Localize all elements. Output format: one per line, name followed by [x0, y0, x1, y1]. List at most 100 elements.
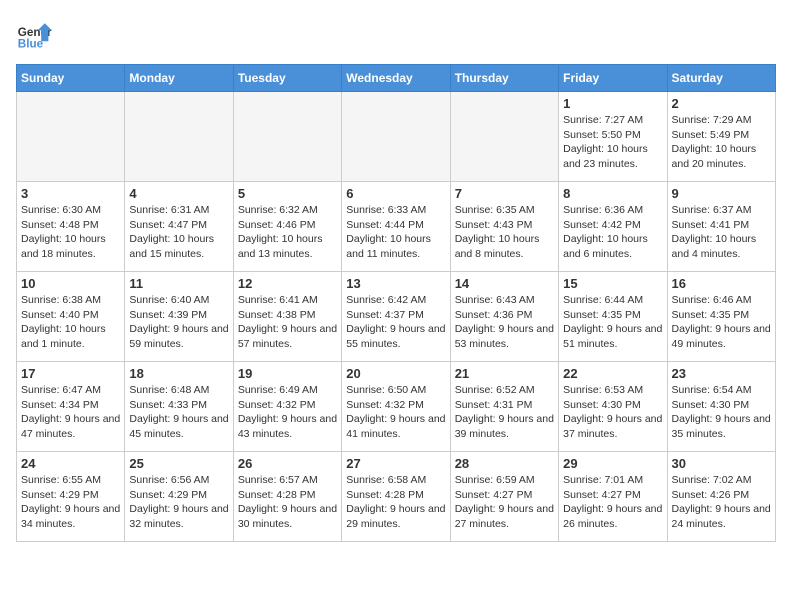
day-number: 29: [563, 456, 662, 471]
calendar-cell: 12Sunrise: 6:41 AM Sunset: 4:38 PM Dayli…: [233, 272, 341, 362]
calendar-cell: 28 Sunrise: 6:59 AM Sunset: 4:27 PM Dayli…: [450, 452, 558, 542]
calendar-cell: 19 Sunrise: 6:49 AM Sunset: 4:32 PM Dayli…: [233, 362, 341, 452]
weekday-header: Monday: [125, 65, 233, 92]
logo: General Blue: [16, 16, 52, 52]
day-info: Sunrise: 6:41 AM Sunset: 4:38 PM Dayligh…: [238, 293, 337, 352]
calendar-cell: 16 Sunrise: 6:46 AM Sunset: 4:35 PM Dayli…: [667, 272, 775, 362]
calendar-cell: 30 Sunrise: 7:02 AM Sunset: 4:26 PM Dayli…: [667, 452, 775, 542]
day-info: Sunrise: 7:01 AM Sunset: 4:27 PM Dayligh…: [563, 473, 662, 532]
day-info: Sunrise: 6:44 AM Sunset: 4:35 PM Dayligh…: [563, 293, 662, 352]
weekday-header: Friday: [559, 65, 667, 92]
calendar: SundayMondayTuesdayWednesdayThursdayFrid…: [16, 64, 776, 542]
logo-icon: General Blue: [16, 16, 52, 52]
day-number: 7: [455, 186, 554, 201]
day-number: 28: [455, 456, 554, 471]
day-number: 21: [455, 366, 554, 381]
weekday-header: Wednesday: [342, 65, 450, 92]
day-info: Sunrise: 6:47 AM Sunset: 4:34 PM Dayligh…: [21, 383, 120, 442]
day-info: Sunrise: 6:32 AM Sunset: 4:46 PM Dayligh…: [238, 203, 337, 262]
day-info: Sunrise: 6:59 AM Sunset: 4:27 PM Dayligh…: [455, 473, 554, 532]
day-info: Sunrise: 6:54 AM Sunset: 4:30 PM Dayligh…: [672, 383, 771, 442]
day-info: Sunrise: 6:38 AM Sunset: 4:40 PM Dayligh…: [21, 293, 120, 352]
calendar-cell: 21 Sunrise: 6:52 AM Sunset: 4:31 PM Dayli…: [450, 362, 558, 452]
calendar-week-row: 24 Sunrise: 6:55 AM Sunset: 4:29 PM Dayli…: [17, 452, 776, 542]
day-number: 17: [21, 366, 120, 381]
calendar-cell: [233, 92, 341, 182]
calendar-week-row: 1 Sunrise: 7:27 AM Sunset: 5:50 PM Daylig…: [17, 92, 776, 182]
calendar-cell: 4Sunrise: 6:31 AM Sunset: 4:47 PM Daylig…: [125, 182, 233, 272]
day-number: 14: [455, 276, 554, 291]
calendar-cell: 22 Sunrise: 6:53 AM Sunset: 4:30 PM Dayli…: [559, 362, 667, 452]
calendar-cell: 9Sunrise: 6:37 AM Sunset: 4:41 PM Daylig…: [667, 182, 775, 272]
day-info: Sunrise: 6:40 AM Sunset: 4:39 PM Dayligh…: [129, 293, 228, 352]
day-number: 24: [21, 456, 120, 471]
day-info: Sunrise: 7:29 AM Sunset: 5:49 PM Dayligh…: [672, 113, 771, 172]
calendar-week-row: 17 Sunrise: 6:47 AM Sunset: 4:34 PM Dayli…: [17, 362, 776, 452]
weekday-header: Saturday: [667, 65, 775, 92]
day-info: Sunrise: 6:43 AM Sunset: 4:36 PM Dayligh…: [455, 293, 554, 352]
calendar-cell: 10 Sunrise: 6:38 AM Sunset: 4:40 PM Dayli…: [17, 272, 125, 362]
calendar-cell: 25Sunrise: 6:56 AM Sunset: 4:29 PM Dayli…: [125, 452, 233, 542]
day-info: Sunrise: 6:35 AM Sunset: 4:43 PM Dayligh…: [455, 203, 554, 262]
calendar-cell: [125, 92, 233, 182]
day-info: Sunrise: 6:52 AM Sunset: 4:31 PM Dayligh…: [455, 383, 554, 442]
day-info: Sunrise: 6:50 AM Sunset: 4:32 PM Dayligh…: [346, 383, 445, 442]
calendar-cell: 29 Sunrise: 7:01 AM Sunset: 4:27 PM Dayli…: [559, 452, 667, 542]
day-info: Sunrise: 6:37 AM Sunset: 4:41 PM Dayligh…: [672, 203, 771, 262]
day-number: 1: [563, 96, 662, 111]
calendar-cell: 20 Sunrise: 6:50 AM Sunset: 4:32 PM Dayli…: [342, 362, 450, 452]
calendar-cell: 26 Sunrise: 6:57 AM Sunset: 4:28 PM Dayli…: [233, 452, 341, 542]
day-info: Sunrise: 6:58 AM Sunset: 4:28 PM Dayligh…: [346, 473, 445, 532]
calendar-cell: 11 Sunrise: 6:40 AM Sunset: 4:39 PM Dayli…: [125, 272, 233, 362]
day-info: Sunrise: 6:57 AM Sunset: 4:28 PM Dayligh…: [238, 473, 337, 532]
day-number: 13: [346, 276, 445, 291]
calendar-cell: 24 Sunrise: 6:55 AM Sunset: 4:29 PM Dayli…: [17, 452, 125, 542]
calendar-cell: 14 Sunrise: 6:43 AM Sunset: 4:36 PM Dayli…: [450, 272, 558, 362]
day-number: 10: [21, 276, 120, 291]
day-info: Sunrise: 7:02 AM Sunset: 4:26 PM Dayligh…: [672, 473, 771, 532]
weekday-header-row: SundayMondayTuesdayWednesdayThursdayFrid…: [17, 65, 776, 92]
day-number: 20: [346, 366, 445, 381]
calendar-cell: 7 Sunrise: 6:35 AM Sunset: 4:43 PM Daylig…: [450, 182, 558, 272]
calendar-cell: 1 Sunrise: 7:27 AM Sunset: 5:50 PM Daylig…: [559, 92, 667, 182]
calendar-cell: 13 Sunrise: 6:42 AM Sunset: 4:37 PM Dayli…: [342, 272, 450, 362]
calendar-cell: 17 Sunrise: 6:47 AM Sunset: 4:34 PM Dayli…: [17, 362, 125, 452]
calendar-week-row: 3Sunrise: 6:30 AM Sunset: 4:48 PM Daylig…: [17, 182, 776, 272]
day-info: Sunrise: 6:46 AM Sunset: 4:35 PM Dayligh…: [672, 293, 771, 352]
day-info: Sunrise: 6:30 AM Sunset: 4:48 PM Dayligh…: [21, 203, 120, 262]
page-header: General Blue: [16, 16, 776, 52]
calendar-cell: 2Sunrise: 7:29 AM Sunset: 5:49 PM Daylig…: [667, 92, 775, 182]
calendar-cell: [450, 92, 558, 182]
day-number: 22: [563, 366, 662, 381]
day-number: 16: [672, 276, 771, 291]
calendar-cell: 18Sunrise: 6:48 AM Sunset: 4:33 PM Dayli…: [125, 362, 233, 452]
svg-text:Blue: Blue: [18, 38, 44, 51]
calendar-cell: 8Sunrise: 6:36 AM Sunset: 4:42 PM Daylig…: [559, 182, 667, 272]
day-info: Sunrise: 6:55 AM Sunset: 4:29 PM Dayligh…: [21, 473, 120, 532]
weekday-header: Sunday: [17, 65, 125, 92]
calendar-cell: 5 Sunrise: 6:32 AM Sunset: 4:46 PM Daylig…: [233, 182, 341, 272]
day-number: 6: [346, 186, 445, 201]
calendar-cell: 3Sunrise: 6:30 AM Sunset: 4:48 PM Daylig…: [17, 182, 125, 272]
day-info: Sunrise: 7:27 AM Sunset: 5:50 PM Dayligh…: [563, 113, 662, 172]
day-info: Sunrise: 6:53 AM Sunset: 4:30 PM Dayligh…: [563, 383, 662, 442]
day-info: Sunrise: 6:49 AM Sunset: 4:32 PM Dayligh…: [238, 383, 337, 442]
day-number: 11: [129, 276, 228, 291]
day-info: Sunrise: 6:42 AM Sunset: 4:37 PM Dayligh…: [346, 293, 445, 352]
day-number: 19: [238, 366, 337, 381]
day-number: 18: [129, 366, 228, 381]
day-number: 5: [238, 186, 337, 201]
weekday-header: Tuesday: [233, 65, 341, 92]
day-info: Sunrise: 6:56 AM Sunset: 4:29 PM Dayligh…: [129, 473, 228, 532]
calendar-cell: 27 Sunrise: 6:58 AM Sunset: 4:28 PM Dayli…: [342, 452, 450, 542]
calendar-week-row: 10 Sunrise: 6:38 AM Sunset: 4:40 PM Dayli…: [17, 272, 776, 362]
calendar-cell: 15 Sunrise: 6:44 AM Sunset: 4:35 PM Dayli…: [559, 272, 667, 362]
day-number: 27: [346, 456, 445, 471]
day-number: 26: [238, 456, 337, 471]
day-number: 30: [672, 456, 771, 471]
day-number: 8: [563, 186, 662, 201]
calendar-cell: 6Sunrise: 6:33 AM Sunset: 4:44 PM Daylig…: [342, 182, 450, 272]
day-number: 15: [563, 276, 662, 291]
day-number: 23: [672, 366, 771, 381]
day-info: Sunrise: 6:31 AM Sunset: 4:47 PM Dayligh…: [129, 203, 228, 262]
